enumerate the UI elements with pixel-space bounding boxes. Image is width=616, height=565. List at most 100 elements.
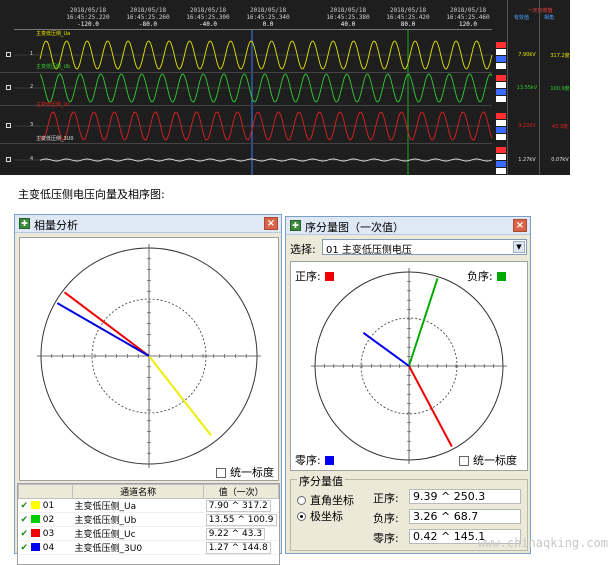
flag-stripe — [496, 113, 506, 119]
zero-label: 零序: — [295, 454, 321, 467]
table-row[interactable]: ✔ 02 主变低压侧_Ub 13.55 ^ 100.9 — [18, 512, 279, 527]
flag-stripe — [496, 89, 506, 95]
phasor-vector — [148, 355, 212, 437]
sequence-plot: 正序: 负序: 零序: 统一标度 — [290, 261, 528, 471]
positive-value: 9.39 ^ 250.3 — [409, 489, 521, 504]
watermark: www.chinaqking.com — [477, 536, 608, 550]
row-name: 主变低压侧_Ua — [72, 498, 204, 513]
channel-name: 主变低压侧_Uc — [36, 102, 70, 108]
table-row[interactable]: ✔ 03 主变低压侧_Uc 9.22 ^ 43.3 — [18, 526, 279, 541]
zero-value-label: 零序: — [373, 532, 399, 545]
flag-stripe — [496, 147, 506, 153]
unify-scale-checkbox[interactable]: 统一标度 — [459, 452, 517, 468]
row-name: 主变低压侧_Ub — [72, 512, 204, 527]
table-row[interactable]: ✔ 01 主变低压侧_Ua 7.90 ^ 317.2 — [18, 498, 279, 513]
flag-stripe — [496, 168, 506, 174]
channel-checkbox[interactable] — [6, 52, 11, 57]
channel-flag-icon — [496, 113, 506, 140]
col-value[interactable]: 值（一次） — [203, 484, 279, 499]
flag-stripe — [496, 49, 506, 55]
channel-checkbox[interactable] — [6, 157, 11, 162]
channel-name: 主变低压侧_Ua — [36, 31, 71, 37]
checkmark-icon[interactable]: ✔ — [21, 529, 29, 539]
row-index: 04 — [42, 542, 55, 553]
flag-stripe — [496, 56, 506, 62]
channel-separator — [0, 143, 492, 144]
radio-button[interactable] — [297, 512, 306, 521]
waveform-panel: 2018/05/18 16:45:25.220 -120.0 2018/05/18 16… — [0, 0, 570, 175]
flag-stripe — [496, 127, 506, 133]
caption: 主变低压侧电压向量及相序图: — [18, 188, 165, 201]
zero-swatch — [324, 456, 334, 465]
row-value: 7.90 ^ 317.2 — [203, 498, 279, 513]
negative-vector — [408, 278, 439, 367]
channel-checkbox[interactable] — [6, 123, 11, 128]
flag-stripe — [496, 161, 506, 167]
zero-vector — [362, 331, 410, 367]
sequence-title: 序分量图（一次值） — [305, 221, 404, 234]
positive-legend: 正序: — [295, 268, 334, 284]
unify-scale-checkbox[interactable]: 统一标度 — [216, 464, 274, 480]
radio-button[interactable] — [297, 496, 306, 505]
col-channel-name[interactable]: 通道名称 — [71, 484, 205, 499]
flag-stripe — [496, 82, 506, 88]
chevron-down-icon[interactable]: ▼ — [513, 241, 525, 253]
channel-checkbox[interactable] — [6, 85, 11, 90]
phasor-plot: 统一标度 — [19, 237, 279, 481]
value-box: 7.90 ^ 317.2 — [205, 499, 271, 512]
channel-number: 2 — [30, 84, 34, 90]
zero-legend: 零序: — [295, 452, 334, 468]
channel-select[interactable]: 01 主变低压侧电压 ▼ — [322, 239, 527, 256]
flag-stripe — [496, 120, 506, 126]
app-icon: ✚ — [19, 218, 30, 229]
phasor-vector — [63, 291, 150, 357]
checkmark-icon[interactable]: ✔ — [21, 501, 29, 511]
radio-rect[interactable]: 直角坐标 — [297, 492, 354, 508]
unify-scale-label: 统一标度 — [230, 466, 274, 479]
row-check[interactable]: ✔ 03 — [18, 526, 73, 541]
positive-swatch — [324, 272, 334, 281]
checkbox-box[interactable] — [216, 468, 226, 478]
color-swatch — [30, 514, 40, 523]
close-button[interactable]: × — [264, 217, 278, 230]
negative-legend: 负序: — [467, 268, 506, 284]
color-swatch — [30, 500, 40, 509]
channel-separator — [0, 105, 492, 106]
checkbox-box[interactable] — [459, 456, 469, 466]
channel-flag-icon — [496, 42, 506, 69]
channel-number: 4 — [30, 156, 34, 162]
negative-value: 3.26 ^ 68.7 — [409, 509, 521, 524]
app-icon: ✚ — [290, 220, 301, 231]
phasor-vector — [56, 302, 150, 357]
flag-stripe — [496, 154, 506, 160]
col-select — [18, 484, 73, 499]
row-value: 13.55 ^ 100.9 — [203, 512, 279, 527]
flag-stripe — [496, 75, 506, 81]
channel-flag-icon — [496, 75, 506, 102]
table-row[interactable]: ✔ 04 主变低压侧_3U0 1.27 ^ 144.8 — [18, 540, 279, 555]
sequence-titlebar[interactable]: ✚ 序分量图（一次值） × — [286, 217, 530, 235]
checkmark-icon[interactable]: ✔ — [21, 515, 29, 525]
positive-value-label: 正序: — [373, 492, 399, 505]
phasor-diagram — [37, 244, 261, 468]
row-name: 主变低压侧_Uc — [72, 526, 204, 541]
select-label: 选择: — [290, 243, 316, 256]
row-check[interactable]: ✔ 04 — [18, 540, 73, 555]
flag-stripe — [496, 42, 506, 48]
row-value: 9.22 ^ 43.3 — [203, 526, 279, 541]
color-swatch — [30, 542, 40, 551]
phasor-titlebar[interactable]: ✚ 相量分析 × — [15, 215, 281, 233]
value-box: 9.22 ^ 43.3 — [205, 527, 266, 540]
checkmark-icon[interactable]: ✔ — [21, 543, 29, 553]
negative-label: 负序: — [467, 270, 493, 283]
value-box: 1.27 ^ 144.8 — [205, 541, 271, 554]
row-check[interactable]: ✔ 02 — [18, 512, 73, 527]
negative-value-label: 负序: — [373, 512, 399, 525]
row-index: 03 — [42, 528, 55, 539]
positive-label: 正序: — [295, 270, 321, 283]
close-button[interactable]: × — [513, 219, 527, 232]
radio-polar[interactable]: 极坐标 — [297, 508, 343, 524]
channel-name: 主变低压侧_3U0 — [36, 136, 74, 142]
color-swatch — [30, 528, 40, 537]
row-check[interactable]: ✔ 01 — [18, 498, 73, 513]
